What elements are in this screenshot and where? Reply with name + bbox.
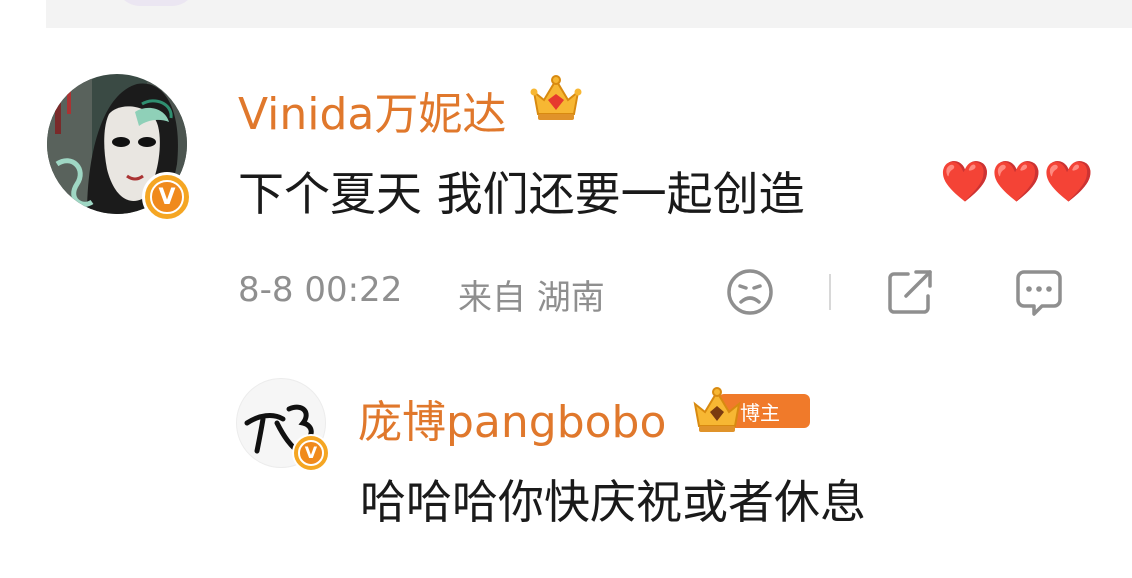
comment-text: 下个夏天 我们还要一起创造 [238, 167, 805, 221]
reply-author-name[interactable]: 庞博pangbobo [358, 386, 666, 450]
reply-text: 哈哈哈你快庆祝或者休息 [360, 475, 866, 529]
verified-badge: V [142, 172, 192, 222]
crown-icon [693, 387, 741, 432]
comment-avatar[interactable]: V [47, 74, 192, 222]
heart-icon: ❤️ [1043, 159, 1096, 205]
heart-icon: ❤️ [991, 159, 1044, 205]
heart-emojis: ❤️❤️❤️ [940, 158, 1095, 205]
heart-icon: ❤️ [940, 159, 992, 205]
reply-avatar[interactable]: V [236, 378, 330, 472]
action-divider [829, 274, 831, 310]
comment-location: 来自 湖南 [458, 278, 605, 318]
share-icon[interactable] [884, 266, 938, 318]
previous-avatar-edge [116, 0, 196, 6]
comment-author-name[interactable]: Vinida万妮达 [238, 78, 506, 142]
comment-bubble-icon[interactable] [1012, 266, 1066, 320]
previous-comment-strip [46, 0, 1132, 28]
verified-badge: V [292, 434, 330, 472]
comment-timestamp: 8-8 00:22 [238, 270, 403, 310]
sad-face-icon[interactable] [724, 266, 776, 318]
crown-icon [530, 75, 582, 120]
